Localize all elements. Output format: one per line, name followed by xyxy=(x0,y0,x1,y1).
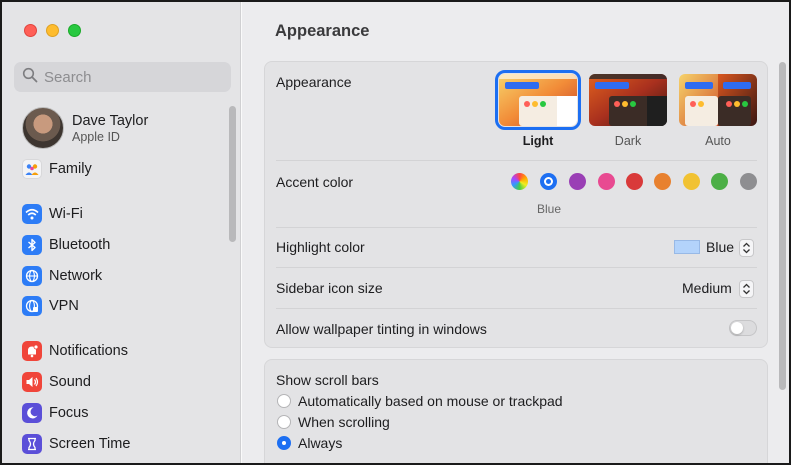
accent-orange-swatch[interactable] xyxy=(654,173,671,190)
wallpaper-tinting-toggle[interactable] xyxy=(729,320,757,336)
theme-auto-option[interactable] xyxy=(679,74,757,126)
radio-label: When scrolling xyxy=(298,414,390,430)
appearance-label: Appearance xyxy=(276,74,352,90)
sidebar-item-label: Focus xyxy=(49,405,89,421)
search-icon xyxy=(22,67,38,88)
scroll-bars-when-scrolling-option[interactable]: When scrolling xyxy=(277,414,390,430)
close-window-button[interactable] xyxy=(24,24,37,37)
main-pane: Appearance Appearance Light Dark Auto Ac… xyxy=(242,2,789,463)
sidebar-item-bluetooth[interactable]: Bluetooth xyxy=(22,235,110,255)
sidebar-item-sound[interactable]: Sound xyxy=(22,372,91,392)
divider xyxy=(276,308,757,309)
profile-name: Dave Taylor xyxy=(72,112,149,129)
vpn-icon xyxy=(22,296,42,316)
sidebar-item-wifi[interactable]: Wi-Fi xyxy=(22,204,83,224)
sidebar-icon-size-value: Medium xyxy=(682,280,732,296)
sidebar-item-label: Wi-Fi xyxy=(49,206,83,222)
accent-selected-name: Blue xyxy=(537,202,562,216)
bluetooth-icon xyxy=(22,235,42,255)
wallpaper-tinting-label: Allow wallpaper tinting in windows xyxy=(276,321,487,337)
radio-label: Always xyxy=(298,435,343,451)
accent-pink-swatch[interactable] xyxy=(598,173,615,190)
highlight-color-swatch xyxy=(674,240,700,254)
sound-icon xyxy=(22,372,42,392)
family-icon xyxy=(22,159,42,179)
radio-button[interactable] xyxy=(277,436,291,450)
focus-icon xyxy=(22,403,42,423)
apple-id-profile[interactable]: Dave Taylor Apple ID xyxy=(22,107,148,149)
sidebar-scrollbar[interactable] xyxy=(229,106,236,242)
notifications-icon xyxy=(22,341,42,361)
sidebar: Dave Taylor Apple ID Family Wi-Fi Blueto… xyxy=(2,2,241,463)
show-scroll-bars-label: Show scroll bars xyxy=(276,372,379,388)
theme-light-label: Light xyxy=(522,134,554,148)
scroll-bars-automatic-option[interactable]: Automatically based on mouse or trackpad xyxy=(277,393,563,409)
sidebar-item-notifications[interactable]: Notifications xyxy=(22,341,128,361)
sidebar-item-focus[interactable]: Focus xyxy=(22,403,89,423)
page-title: Appearance xyxy=(275,22,370,40)
theme-light-option[interactable] xyxy=(495,70,581,130)
scroll-bars-group: Show scroll bars Automatically based on … xyxy=(264,359,768,463)
sidebar-item-vpn[interactable]: VPN xyxy=(22,296,79,316)
avatar xyxy=(22,107,64,149)
divider xyxy=(276,267,757,268)
accent-green-swatch[interactable] xyxy=(711,173,728,190)
chevron-up-down-icon xyxy=(739,280,754,298)
sidebar-item-label: Family xyxy=(49,161,92,177)
radio-button[interactable] xyxy=(277,394,291,408)
highlight-color-value: Blue xyxy=(706,239,735,255)
accent-blue-swatch[interactable] xyxy=(540,173,557,190)
wifi-icon xyxy=(22,204,42,224)
chevron-up-down-icon xyxy=(739,239,754,257)
theme-dark-option[interactable] xyxy=(589,74,667,126)
search-field[interactable] xyxy=(14,62,231,92)
accent-red-swatch[interactable] xyxy=(626,173,643,190)
accent-yellow-swatch[interactable] xyxy=(683,173,700,190)
sidebar-item-label: Sound xyxy=(49,374,91,390)
radio-button[interactable] xyxy=(277,415,291,429)
scroll-bars-always-option[interactable]: Always xyxy=(277,435,342,451)
sidebar-item-label: Bluetooth xyxy=(49,237,111,253)
accent-purple-swatch[interactable] xyxy=(569,173,586,190)
sidebar-item-label: VPN xyxy=(49,298,79,314)
network-icon xyxy=(22,266,42,286)
divider xyxy=(276,227,757,228)
profile-subtitle: Apple ID xyxy=(72,129,120,144)
main-scrollbar[interactable] xyxy=(779,62,786,390)
sidebar-item-family[interactable]: Family xyxy=(22,159,92,179)
sidebar-item-label: Screen Time xyxy=(49,436,131,452)
radio-label: Automatically based on mouse or trackpad xyxy=(298,393,563,409)
sidebar-icon-size-label: Sidebar icon size xyxy=(276,280,383,296)
highlight-color-label: Highlight color xyxy=(276,239,365,255)
window-controls xyxy=(24,24,81,37)
sidebar-item-label: Notifications xyxy=(49,343,128,359)
search-input[interactable] xyxy=(44,68,214,86)
accent-color-label: Accent color xyxy=(276,174,354,190)
divider xyxy=(276,160,757,161)
screen-time-icon xyxy=(22,434,42,454)
settings-window: Dave Taylor Apple ID Family Wi-Fi Blueto… xyxy=(0,0,791,465)
sidebar-item-network[interactable]: Network xyxy=(22,266,102,286)
minimize-window-button[interactable] xyxy=(46,24,59,37)
sidebar-item-label: Network xyxy=(49,268,103,284)
toggle-knob xyxy=(731,322,743,334)
accent-multicolor-swatch[interactable] xyxy=(511,173,528,190)
theme-auto-label: Auto xyxy=(705,134,731,148)
sidebar-item-screen-time[interactable]: Screen Time xyxy=(22,434,130,454)
theme-dark-label: Dark xyxy=(614,134,642,148)
accent-graphite-swatch[interactable] xyxy=(740,173,757,190)
appearance-settings-group: Appearance Light Dark Auto Accent color … xyxy=(264,61,768,348)
zoom-window-button[interactable] xyxy=(68,24,81,37)
